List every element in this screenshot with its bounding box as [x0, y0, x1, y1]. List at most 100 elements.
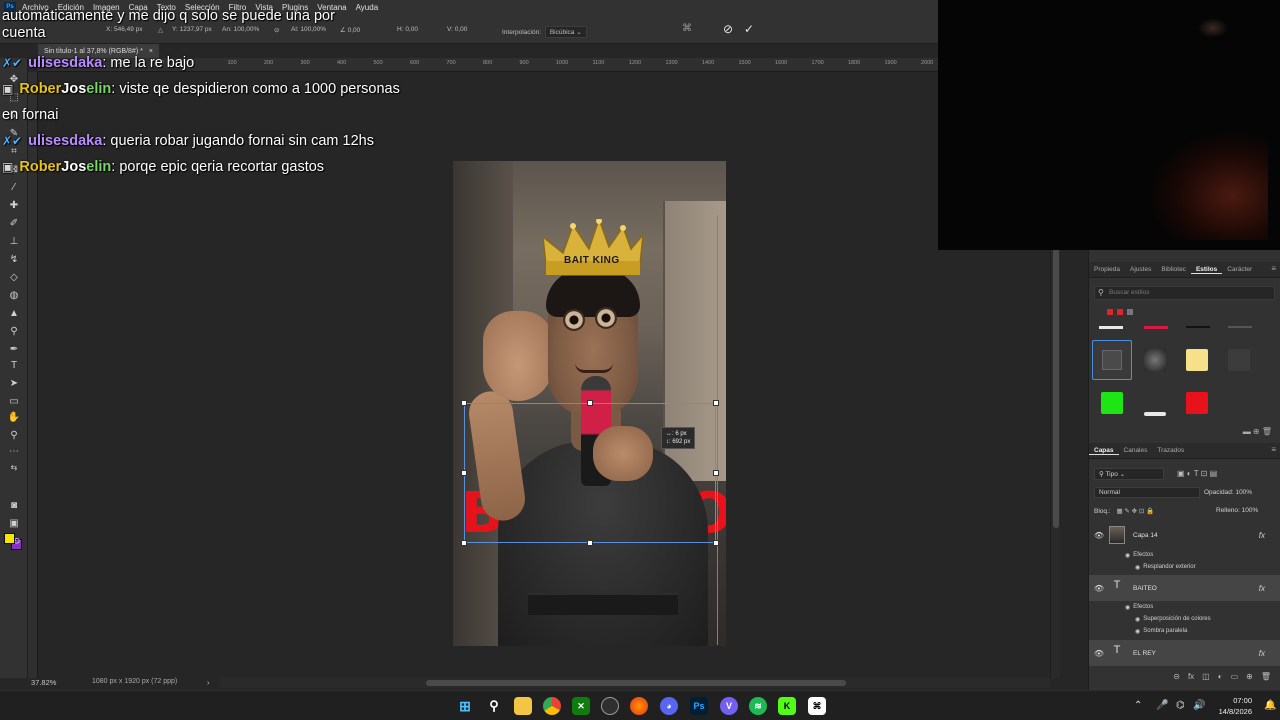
capcut-icon[interactable]: ⌘ — [808, 697, 826, 715]
style-color-chip[interactable] — [1117, 309, 1123, 315]
style-swatch[interactable] — [1186, 392, 1208, 414]
visibility-eye-icon[interactable]: 👁 — [1089, 649, 1109, 658]
visibility-eye-icon[interactable]: 👁 — [1089, 584, 1109, 593]
transform-handle-tl[interactable] — [461, 400, 467, 406]
layer-row[interactable]: 👁 Capa 14 fx — [1089, 522, 1280, 548]
transform-handle-l[interactable] — [461, 470, 467, 476]
transform-handle-bl[interactable] — [461, 540, 467, 546]
interpolation-select[interactable]: Bicúbica ⌄ — [544, 26, 587, 38]
styles-footer-icons[interactable]: ▬ ⊕ 🗑 — [1243, 427, 1272, 436]
eyedropper-tool-icon[interactable]: ⁄ — [6, 180, 22, 194]
tab-canales[interactable]: Canales — [1119, 447, 1153, 454]
transform-handle-b[interactable] — [587, 540, 593, 546]
viber-icon[interactable]: V — [720, 697, 738, 715]
effect-row[interactable]: ◉ Superposición de colores — [1089, 613, 1280, 625]
style-swatch[interactable] — [1228, 326, 1252, 328]
xbox-icon[interactable]: ✕ — [572, 697, 590, 715]
layer-filter-icons[interactable]: ▣ ◐ T ⊡ ▤ — [1177, 469, 1217, 478]
vertical-scroll-thumb[interactable] — [1053, 248, 1059, 528]
tab-bibliotecas[interactable]: Bibliotec — [1156, 266, 1191, 273]
tray-overflow-icon[interactable]: ⌃ — [1134, 700, 1142, 711]
visibility-eye-icon[interactable]: 👁 — [1089, 531, 1109, 540]
styles-search-input[interactable]: ⚲ Buscar estilos — [1094, 286, 1275, 300]
type-tool-icon[interactable]: T — [6, 358, 22, 372]
search-icon[interactable]: ⚲ — [485, 697, 503, 715]
path-select-tool-icon[interactable]: ➤ — [6, 376, 22, 390]
layer-row[interactable]: 👁 T EL REY fx — [1089, 640, 1280, 666]
hand-tool-icon[interactable]: ✋ — [6, 410, 22, 424]
fx-icon[interactable]: fx — [1259, 531, 1265, 540]
photoshop-icon[interactable]: Ps — [690, 697, 708, 715]
style-swatch[interactable] — [1144, 349, 1166, 371]
link-layers-icon[interactable]: ⊝ — [1173, 672, 1180, 686]
pen-tool-icon[interactable]: ✒ — [6, 342, 22, 356]
layer-name[interactable]: BAITEO — [1133, 585, 1157, 592]
blend-mode-select[interactable]: Normal — [1094, 487, 1200, 498]
add-mask-icon[interactable]: ◫ — [1202, 672, 1210, 686]
eye-icon[interactable]: ◉ — [1125, 552, 1130, 559]
group-icon[interactable]: ▭ — [1231, 672, 1239, 686]
style-swatch[interactable] — [1101, 392, 1123, 414]
tab-capas[interactable]: Capas — [1089, 447, 1119, 455]
quick-mask-icon[interactable]: ◙ — [6, 498, 22, 512]
panel-menu-icon[interactable]: ≡ — [1271, 264, 1276, 273]
tab-trazados[interactable]: Trazados — [1152, 447, 1189, 454]
layer-name[interactable]: EL REY — [1133, 650, 1156, 657]
firefox-icon[interactable] — [630, 697, 648, 715]
new-layer-icon[interactable]: ⊕ — [1246, 672, 1253, 686]
style-swatch-selected[interactable] — [1092, 340, 1132, 380]
chrome-icon[interactable] — [543, 697, 561, 715]
cancel-transform-icon[interactable]: ⊘ — [723, 22, 733, 36]
warp-icon[interactable]: ⌘ — [682, 23, 692, 34]
style-color-chip[interactable] — [1127, 309, 1133, 315]
rectangle-tool-icon[interactable]: ▭ — [6, 394, 22, 408]
eraser-tool-icon[interactable]: ◇ — [6, 270, 22, 284]
healing-tool-icon[interactable]: ✚ — [6, 198, 22, 212]
microphone-icon[interactable]: 🎤 — [1156, 700, 1168, 711]
effect-row[interactable]: ◉ Resplandor exterior — [1089, 561, 1280, 573]
spotify-icon[interactable]: ≋ — [749, 697, 767, 715]
style-color-chip[interactable] — [1107, 309, 1113, 315]
volume-icon[interactable]: 🔊 — [1193, 700, 1205, 711]
vskew-value[interactable]: 0,00 — [455, 26, 468, 33]
zoom-tool-icon[interactable]: ⚲ — [6, 428, 22, 442]
discord-icon[interactable]: ◕ — [660, 697, 678, 715]
file-explorer-icon[interactable] — [514, 697, 532, 715]
clock[interactable]: 07:00 14/8/2026 — [1212, 695, 1252, 717]
foreground-color-swatch[interactable] — [4, 533, 15, 544]
style-swatch[interactable] — [1144, 326, 1168, 329]
adjustment-icon[interactable]: ◐ — [1218, 672, 1223, 686]
delete-layer-icon[interactable]: 🗑 — [1261, 672, 1271, 686]
transform-handle-tr[interactable] — [713, 400, 719, 406]
layer-name[interactable]: Capa 14 — [1133, 532, 1158, 539]
style-swatch[interactable] — [1099, 326, 1123, 329]
eye-icon[interactable]: ◉ — [1125, 604, 1130, 611]
more-tools-icon[interactable]: ⋯ — [6, 444, 22, 458]
transform-bounding-box[interactable] — [461, 400, 719, 546]
screen-mode-icon[interactable]: ▣ — [6, 516, 22, 530]
brush-tool-icon[interactable]: ✐ — [6, 216, 22, 230]
style-swatch[interactable] — [1186, 349, 1208, 371]
zoom-level[interactable]: 37.82% — [31, 678, 56, 687]
history-brush-tool-icon[interactable]: ↯ — [6, 252, 22, 266]
stamp-tool-icon[interactable]: ⊥ — [6, 234, 22, 248]
hskew-value[interactable]: 0,00 — [405, 26, 418, 33]
fill-value[interactable]: 100% — [1242, 507, 1259, 514]
tab-propiedades[interactable]: Propieda — [1089, 266, 1125, 273]
dodge-tool-icon[interactable]: ⚲ — [6, 324, 22, 338]
swap-colors-icon[interactable]: ⇆ — [6, 460, 22, 474]
layer-filter-select[interactable]: ⚲ Tipo ⌄ — [1094, 468, 1164, 480]
eye-icon[interactable]: ◉ — [1135, 564, 1140, 571]
kick-icon[interactable]: K — [778, 697, 796, 715]
transform-handle-r[interactable] — [713, 470, 719, 476]
fx-icon[interactable]: fx — [1259, 584, 1265, 593]
lock-icons[interactable]: ▦ ✎ ✥ ⊡ 🔒 — [1116, 508, 1154, 515]
style-swatch[interactable] — [1144, 412, 1166, 416]
tab-caracter[interactable]: Carácter — [1222, 266, 1257, 273]
commit-transform-icon[interactable]: ✓ — [744, 22, 754, 36]
eye-icon[interactable]: ◉ — [1135, 616, 1140, 623]
opacity-value[interactable]: 100% — [1235, 489, 1252, 496]
windows-start-icon[interactable]: ⊞ — [456, 697, 474, 715]
tab-estilos[interactable]: Estilos — [1190, 266, 1223, 274]
blur-tool-icon[interactable]: ▲ — [6, 306, 22, 320]
